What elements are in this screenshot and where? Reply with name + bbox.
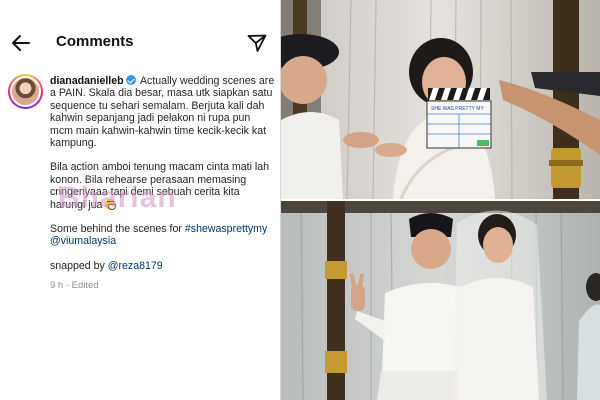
- photographer-mention-link[interactable]: @reza8179: [108, 260, 163, 272]
- send-icon: [247, 34, 267, 52]
- username-link[interactable]: dianadanielleb: [50, 75, 124, 87]
- comment-paragraph-3: Some behind the scenes for #shewaspretty…: [50, 223, 275, 248]
- behind-text: Some behind the scenes for: [50, 223, 182, 236]
- verified-badge-icon: [125, 75, 136, 85]
- page-title: Comments: [56, 33, 134, 50]
- clapperboard-text: SHE WAS PRETTY MY: [431, 106, 484, 112]
- behind-the-scenes-photo-bottom: [281, 201, 600, 400]
- watermark-logo: Bharian: [58, 181, 177, 221]
- comment-paragraph-4: snapped by @reza8179: [50, 260, 275, 272]
- photo-bottom-illustration: [281, 201, 600, 400]
- back-button[interactable]: [10, 32, 32, 54]
- snapped-text: snapped by: [50, 259, 105, 272]
- hashtag-link[interactable]: #shewasprettymy: [185, 223, 267, 235]
- watermark-text: Bharian: [58, 181, 177, 214]
- comment-paragraph-1: dianadanielleb Actually wedding scenes a…: [50, 75, 275, 149]
- back-arrow-icon: [12, 35, 30, 51]
- behind-the-scenes-photo-top: SHE WAS PRETTY MY: [281, 0, 600, 199]
- avatar[interactable]: [8, 74, 43, 109]
- comments-panel: Comments dianadanielleb Actually wedding…: [0, 0, 280, 400]
- share-button[interactable]: [246, 32, 268, 54]
- comment-meta: 9 h · Edited: [50, 280, 99, 292]
- comment-time: 9 h: [50, 280, 64, 292]
- mention-link[interactable]: @viumalaysia: [50, 235, 116, 247]
- avatar-image: [10, 76, 41, 107]
- edited-label: Edited: [71, 280, 99, 292]
- comments-header: Comments: [0, 28, 280, 58]
- clapperboard: SHE WAS PRETTY MY: [426, 88, 492, 149]
- photo-top-illustration: SHE WAS PRETTY MY: [281, 0, 600, 199]
